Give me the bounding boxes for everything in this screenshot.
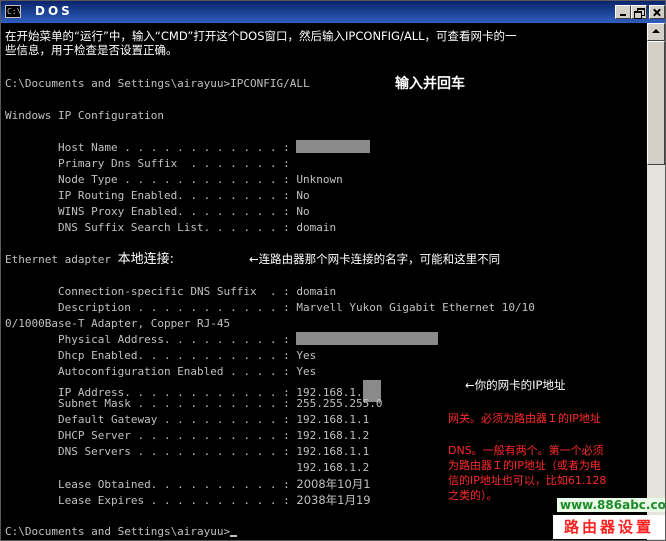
dns-servers-label: DNS Servers . . . . . . . . . . . : <box>5 445 297 458</box>
subnet-mask-label: Subnet Mask . . . . . . . . . . . : <box>5 397 297 410</box>
scroll-up-button[interactable] <box>647 23 665 41</box>
node-type-value: Unknown <box>296 173 343 186</box>
dns-server-1: 192.168.1.1 <box>296 445 370 458</box>
node-type-label: Node Type . . . . . . . . . . . . : <box>5 173 297 186</box>
host-name-label: Host Name . . . . . . . . . . . . : <box>5 141 297 154</box>
minimize-button[interactable] <box>615 5 631 19</box>
vertical-scrollbar[interactable] <box>647 23 665 540</box>
dos-window: C:\ DOS 在开始菜单的“运行”中，输入“CMD”打开这个DOS窗口，然后输… <box>0 0 666 541</box>
subnet-mask-value: 255.255.255.0 <box>296 397 383 410</box>
dns-search-label: DNS Suffix Search List. . . . . . : <box>5 221 297 234</box>
dns-servers-row-2: 192.168.1.2 <box>5 460 369 476</box>
gateway-note: 网关。必须为路由器Ｉ的IP地址 <box>448 412 601 425</box>
lease-obtained-label: Lease Obtained. . . . . . . . . . : <box>5 478 297 491</box>
console-icon[interactable]: C:\ <box>5 5 21 18</box>
default-gateway-row: Default Gateway . . . . . . . . . : 192.… <box>5 412 369 428</box>
command-prompt: C:\Documents and Settings\airayuu>IPCONF… <box>5 77 310 90</box>
prompt-line: C:\Documents and Settings\airayuu> <box>5 524 238 540</box>
console-output[interactable]: 在开始菜单的“运行”中，输入“CMD”打开这个DOS窗口，然后输入IPCONFI… <box>5 25 645 540</box>
dhcp-enabled-row: Dhcp Enabled. . . . . . . . . . . : Yes <box>5 348 316 364</box>
current-prompt: C:\Documents and Settings\airayuu> <box>5 525 231 538</box>
adapter-name: 本地连接: <box>117 252 174 267</box>
ip-routing-value: No <box>296 189 310 202</box>
default-gateway-value: 192.168.1.1 <box>296 413 370 426</box>
physical-address-row: Physical Address. . . . . . . . . : <box>5 332 439 348</box>
ip-routing-label: IP Routing Enabled. . . . . . . . : <box>5 189 297 202</box>
ip-config-header: Windows IP Configuration <box>5 109 164 122</box>
command-line: C:\Documents and Settings\airayuu>IPCONF… <box>5 76 310 92</box>
window-title: DOS <box>35 4 73 18</box>
dns-servers-row: DNS Servers . . . . . . . . . . . : 192.… <box>5 444 369 460</box>
host-name-mask <box>296 140 371 153</box>
dhcp-enabled-label: Dhcp Enabled. . . . . . . . . . . : <box>5 349 297 362</box>
dns-server-2: 192.168.1.2 <box>296 461 370 474</box>
wins-proxy-row: WINS Proxy Enabled. . . . . . . . : No <box>5 204 310 220</box>
wins-proxy-value: No <box>296 205 310 218</box>
ip-address-note: ←你的网卡的IP地址 <box>465 378 566 392</box>
conn-suffix-value: domain <box>296 285 337 298</box>
autoconf-label: Autoconfiguration Enabled . . . . : <box>5 365 297 378</box>
description-value: Marvell Yukon Gigabit Ethernet 10/10 <box>296 301 535 314</box>
conn-suffix-row: Connection-specific DNS Suffix . : domai… <box>5 284 336 300</box>
description-wrap-row: 0/1000Base-T Adapter, Copper RJ-45 <box>5 317 231 330</box>
dns-servers-indent <box>5 461 296 474</box>
description-label: Description . . . . . . . . . . . : <box>5 301 297 314</box>
subnet-mask-row: Subnet Mask . . . . . . . . . . . : 255.… <box>5 396 383 412</box>
enter-note: 输入并回车 <box>395 76 465 92</box>
conn-suffix-label: Connection-specific DNS Suffix . : <box>5 285 297 298</box>
dns-note: DNS。一般有两个。第一个必须 为路由器Ｉ的IP地址（或者为电 信的IP地址也可… <box>448 444 607 502</box>
lease-obtained-value: 2008年10月1 <box>296 477 371 491</box>
physical-address-label: Physical Address. . . . . . . . . : <box>5 333 297 346</box>
watermark-url: www.886abc.com <box>557 498 665 512</box>
lease-expires-row: Lease Expires . . . . . . . . . . : 2038… <box>5 492 371 508</box>
close-button[interactable] <box>649 5 665 19</box>
dhcp-server-value: 192.168.1.2 <box>296 429 370 442</box>
autoconf-value: Yes <box>296 365 317 378</box>
adapter-prefix: Ethernet adapter <box>5 253 118 266</box>
wins-proxy-label: WINS Proxy Enabled. . . . . . . . : <box>5 205 297 218</box>
physical-address-mask <box>296 332 439 345</box>
watermark-logo: 路由器设置 <box>553 515 665 539</box>
dns-search-value: domain <box>296 221 337 234</box>
dhcp-enabled-value: Yes <box>296 349 317 362</box>
ip-routing-row: IP Routing Enabled. . . . . . . . : No <box>5 188 310 204</box>
lease-expires-value: 2038年1月19 <box>296 493 371 507</box>
dns-search-row: DNS Suffix Search List. . . . . . : doma… <box>5 220 336 236</box>
intro-line-2: 些信息，用于检查是否设置正确。 <box>5 43 178 57</box>
dhcp-server-row: DHCP Server . . . . . . . . . . . : 192.… <box>5 428 369 444</box>
host-name-row: Host Name . . . . . . . . . . . . : <box>5 140 371 156</box>
scroll-thumb[interactable] <box>647 41 665 165</box>
default-gateway-label: Default Gateway . . . . . . . . . : <box>5 413 297 426</box>
adapter-header: Ethernet adapter 本地连接: <box>5 252 174 268</box>
dhcp-server-label: DHCP Server . . . . . . . . . . . : <box>5 429 297 442</box>
dns-suffix-label: Primary Dns Suffix . . . . . . . : <box>5 157 297 170</box>
title-bar[interactable]: C:\ DOS <box>1 1 665 23</box>
ip-address-row: IP Address. . . . . . . . . . . . : 192.… <box>5 380 381 402</box>
description-row: Description . . . . . . . . . . . : Marv… <box>5 300 535 316</box>
node-type-row: Node Type . . . . . . . . . . . . : Unkn… <box>5 172 343 188</box>
adapter-note: ←连路由器那个网卡连接的名字，可能和这里不同 <box>249 252 501 266</box>
autoconf-row: Autoconfiguration Enabled . . . . : Yes <box>5 364 316 380</box>
dns-suffix-row: Primary Dns Suffix . . . . . . . : <box>5 156 296 172</box>
lease-obtained-row: Lease Obtained. . . . . . . . . . : 2008… <box>5 476 371 492</box>
text-cursor <box>230 535 238 537</box>
restore-button[interactable] <box>631 5 647 19</box>
lease-expires-label: Lease Expires . . . . . . . . . . : <box>5 494 297 507</box>
